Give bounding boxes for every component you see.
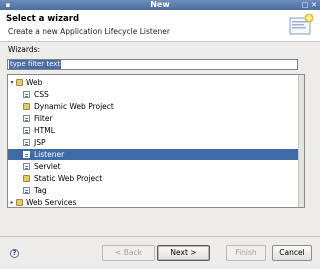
tree-item-tag[interactable]: Tag [8,185,304,196]
close-icon[interactable]: ✕ [310,1,318,9]
file-icon [23,187,30,194]
tree-item-label: Tag [34,186,47,195]
tree-item-label: Listener [34,150,65,159]
tree-item-jsp[interactable]: JSP [8,137,304,148]
tree-scrollbar[interactable] [298,75,304,207]
button-bar-separator [0,236,320,237]
file-icon [23,91,30,98]
tree-item-label: Filter [34,114,53,123]
expand-toggle-icon[interactable]: ▸ [9,197,15,207]
cancel-button[interactable]: Cancel [272,245,312,261]
wizard-tree[interactable]: ▾ Web CSS Dynamic Web Project Filter HTM… [7,74,305,208]
window-title: New [150,0,170,9]
tree-item-listener[interactable]: Listener [8,149,304,160]
next-button[interactable]: Next > [157,245,210,261]
tree-item-label: Web Services [26,198,77,207]
finish-button[interactable]: Finish [226,245,266,261]
tree-item-label: Web [26,78,43,87]
tree-item-label: HTML [34,126,55,135]
tree-item-label: JSP [34,138,46,147]
tree-item-servlet[interactable]: Servlet [8,161,304,172]
folder-icon [16,199,23,206]
tree-item-label: Static Web Project [34,174,103,183]
back-button[interactable]: < Back [102,245,155,261]
page-title: Select a wizard [6,14,80,24]
page-description: Create a new Application Lifecycle Liste… [8,27,170,36]
expand-toggle-icon[interactable]: ▾ [9,77,15,88]
tree-item-label: CSS [34,90,49,99]
help-icon[interactable]: ? [10,249,19,258]
tree-item-html[interactable]: HTML [8,125,304,136]
tree-item-web-services[interactable]: ▸ Web Services [8,197,304,207]
window-menu-icon[interactable]: ▪ [4,1,12,9]
tree-item-dynamic-web-project[interactable]: Dynamic Web Project [8,101,304,112]
folder-icon [16,79,23,86]
tree-item-filter[interactable]: Filter [8,113,304,124]
tree-item-css[interactable]: CSS [8,89,304,100]
project-icon [23,103,30,110]
tree-item-label: Dynamic Web Project [34,102,114,111]
new-wizard-banner-icon [289,13,314,35]
filter-input[interactable]: type filter text [7,59,298,70]
file-icon [23,139,30,146]
title-bar[interactable]: New ▪ □ ✕ [0,0,320,10]
tree-item-web[interactable]: ▾ Web [8,77,304,88]
project-icon [23,175,30,182]
file-icon [23,163,30,170]
tree-item-label: Servlet [34,162,61,171]
file-icon [23,127,30,134]
wizards-label: Wizards: [8,45,41,54]
filter-placeholder: type filter text [9,60,62,69]
file-icon [23,151,30,158]
wizard-header: Select a wizard Create a new Application… [0,10,320,42]
tree-item-static-web-project[interactable]: Static Web Project [8,173,304,184]
new-wizard-dialog: New ▪ □ ✕ Select a wizard Create a new A… [0,0,320,269]
file-icon [23,115,30,122]
maximize-icon[interactable]: □ [301,1,309,9]
